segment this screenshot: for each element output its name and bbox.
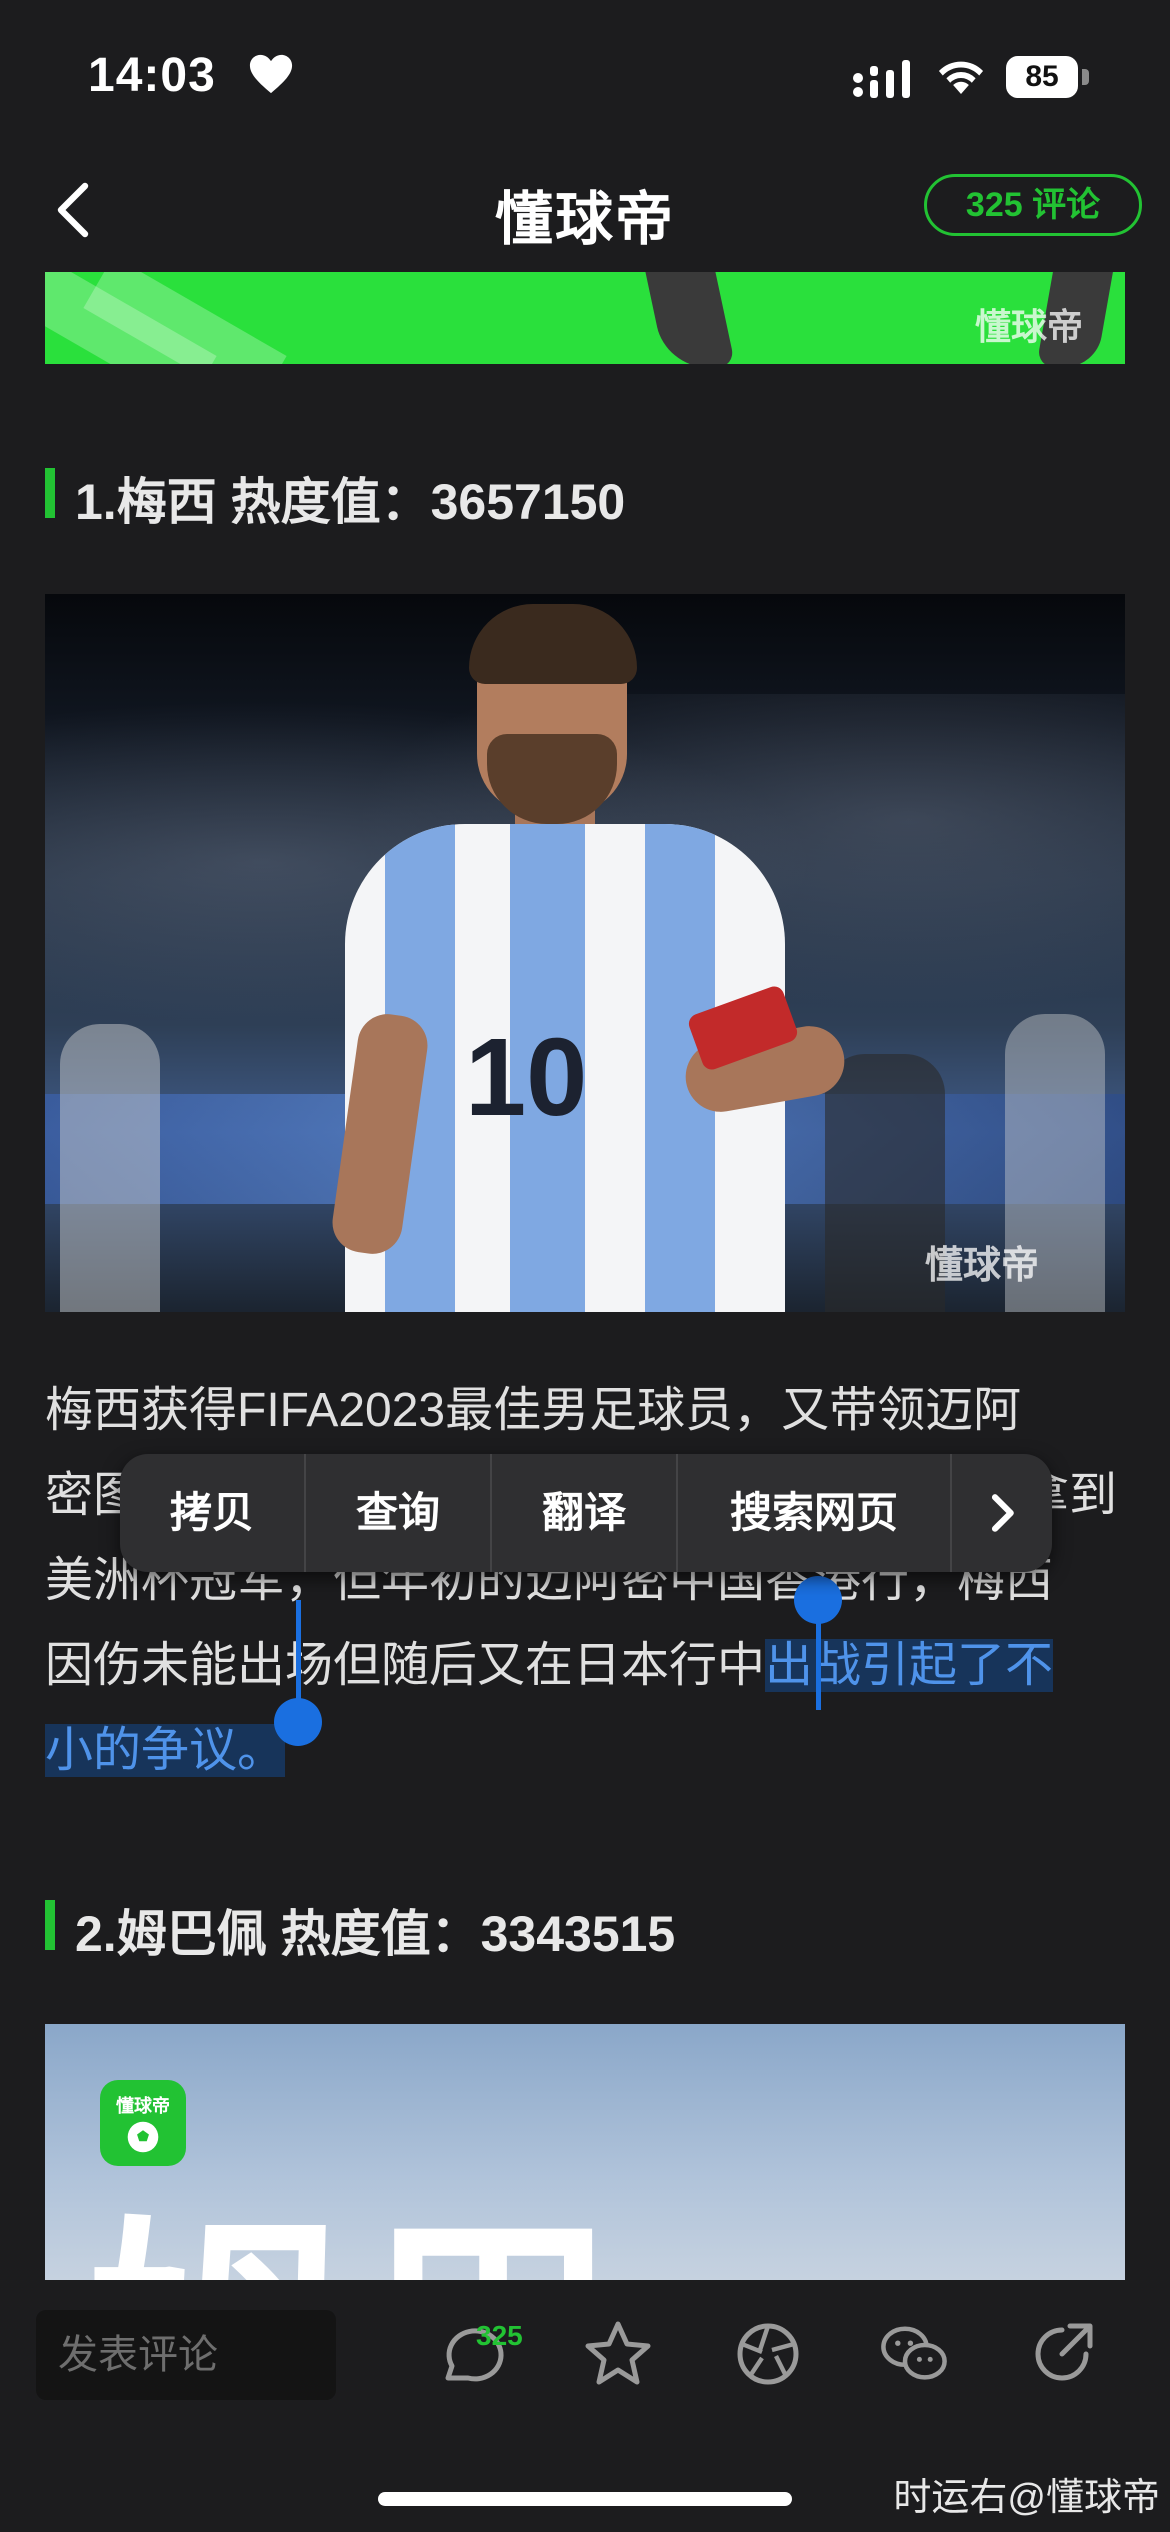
player-photo-messi: 10 懂球帝 xyxy=(45,594,1125,1312)
nav-bar: 懂球帝 325 评论 xyxy=(0,150,1170,270)
heart-icon xyxy=(249,54,293,94)
paragraph-line-4-plain: 因伤未能出场但随后又在日本行中 xyxy=(45,1639,766,1692)
banner-watermark: 懂球帝 xyxy=(975,306,1084,347)
wechat-icon[interactable] xyxy=(878,2318,950,2390)
menu-translate[interactable]: 翻译 xyxy=(492,1454,676,1572)
app-logo-badge: 懂球帝 xyxy=(100,2080,186,2166)
status-bar: 14:03 85 xyxy=(0,0,1170,150)
chevron-right-icon[interactable] xyxy=(982,1492,1022,1534)
heading-accent-bar xyxy=(45,468,55,518)
battery-indicator: 85 xyxy=(1006,56,1090,98)
paragraph-line-1: 梅西获得FIFA2023最佳男足球员，又带领迈阿 xyxy=(45,1384,1022,1437)
aperture-icon[interactable] xyxy=(732,2318,804,2390)
article-paragraph[interactable]: 梅西获得FIFA2023最佳男足球员，又带领迈阿 密图 拿到 美洲杯冠军，但年初的… xyxy=(45,1368,1130,1793)
app-logo-badge-text: 懂球帝 xyxy=(116,2096,170,2116)
comment-input[interactable]: 发表评论 xyxy=(36,2310,336,2400)
selected-text-2[interactable]: 小的争议。 xyxy=(45,1724,286,1777)
selected-text-1[interactable]: 出战引起了不 xyxy=(765,1639,1054,1692)
menu-copy[interactable]: 拷贝 xyxy=(120,1454,304,1572)
credit-watermark: 时运右@懂球帝 xyxy=(893,2477,1160,2519)
section-title-2: 2.姆巴佩 热度值：3343515 xyxy=(75,1906,676,1962)
photo-watermark: 懂球帝 xyxy=(925,1245,1040,1287)
player-photo-mbappe: 姆巴 懂球帝 xyxy=(45,2024,1125,2280)
section-title-1: 1.梅西 热度值：3657150 xyxy=(75,474,626,530)
heading-accent-bar xyxy=(45,1900,55,1950)
jersey-number: 10 xyxy=(465,1016,588,1139)
status-time: 14:03 xyxy=(88,49,216,102)
football-icon xyxy=(127,2121,159,2153)
home-indicator[interactable] xyxy=(378,2492,792,2506)
battery-level: 85 xyxy=(1025,60,1059,93)
star-icon[interactable] xyxy=(582,2318,654,2390)
comments-button[interactable]: 325 评论 xyxy=(924,174,1142,236)
menu-lookup[interactable]: 查询 xyxy=(306,1454,490,1572)
signal-icon xyxy=(853,60,910,98)
text-selection-menu: 拷贝 查询 翻译 搜索网页 xyxy=(120,1454,1052,1572)
menu-search-web[interactable]: 搜索网页 xyxy=(678,1454,950,1572)
comment-count-badge: 325 xyxy=(476,2320,523,2351)
share-icon[interactable] xyxy=(1026,2318,1098,2390)
paragraph-line-4: 因伤未能出场但随后又在日本行中出战引起了不 xyxy=(45,1623,1130,1708)
paragraph-line-5: 小的争议。 xyxy=(45,1708,1130,1793)
wifi-icon xyxy=(938,61,984,94)
top-banner-image: 懂球帝 xyxy=(45,272,1125,364)
